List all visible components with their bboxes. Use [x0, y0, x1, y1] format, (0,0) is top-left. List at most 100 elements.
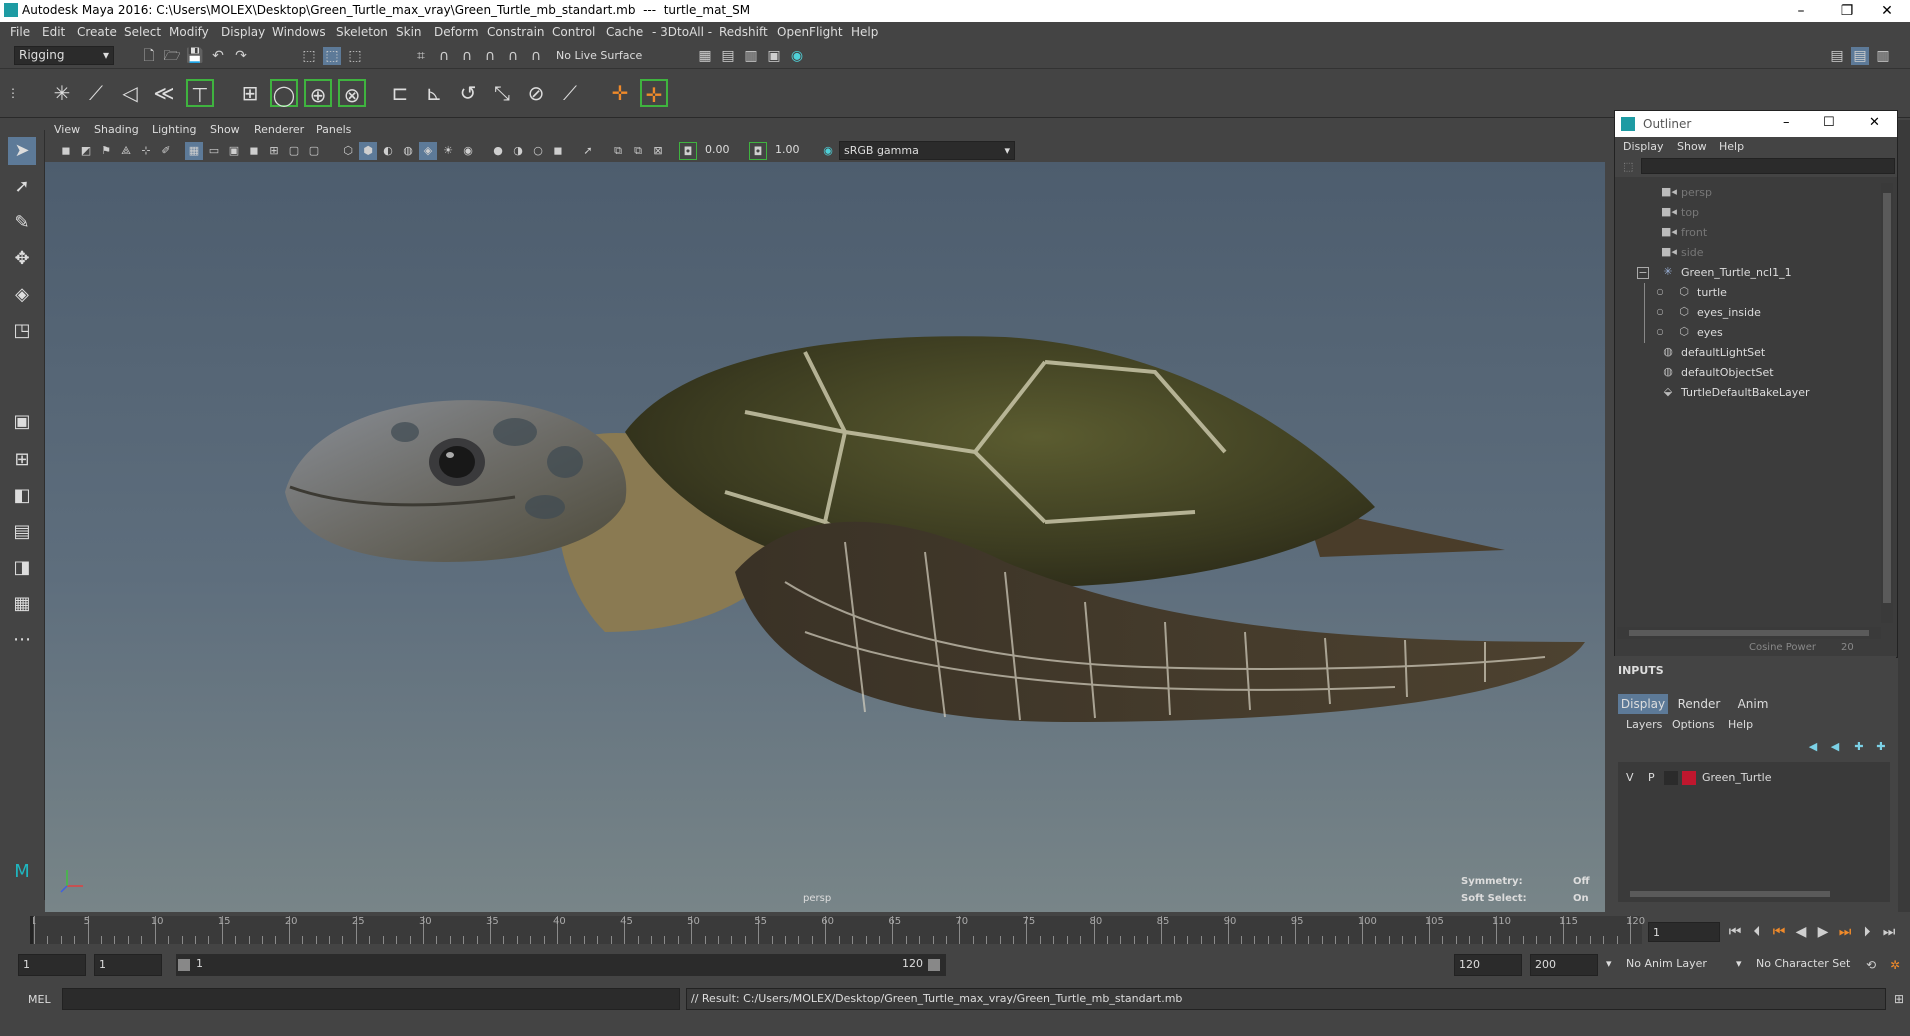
panel-menu-renderer[interactable]: Renderer — [254, 123, 304, 136]
exposure-icon[interactable]: ◘ — [679, 142, 697, 160]
more-layouts-icon[interactable]: ⋯ — [8, 626, 36, 654]
layer-menu-help[interactable]: Help — [1728, 718, 1753, 731]
camera-attributes-icon[interactable]: ◩ — [77, 142, 95, 160]
image-plane-icon[interactable]: ⟁ — [117, 142, 135, 160]
step-back-key-icon[interactable]: ⏮ — [1770, 923, 1788, 941]
safe-title-icon[interactable]: ▢ — [305, 142, 323, 160]
select-hierarchy-icon[interactable]: ⬚ — [300, 47, 318, 65]
layer-name[interactable]: Green_Turtle — [1702, 771, 1772, 784]
select-component-icon[interactable]: ⬚ — [346, 47, 364, 65]
outliner-row-top[interactable]: ■◂ top — [1615, 203, 1877, 223]
locator-icon[interactable]: ✛ — [606, 79, 634, 107]
menu-control[interactable]: Control — [552, 25, 595, 39]
new-scene-icon[interactable]: 🗋 — [140, 47, 158, 65]
aim-constraint-icon[interactable]: ⊘ — [522, 79, 550, 107]
new-layer-icon[interactable]: ✚ — [1850, 738, 1868, 756]
panel-menu-view[interactable]: View — [54, 123, 80, 136]
wireframe-icon[interactable]: ⬡ — [339, 142, 357, 160]
step-back-frame-icon[interactable]: ⏴ — [1748, 923, 1766, 941]
shadows-icon[interactable]: ☀ — [439, 142, 457, 160]
single-pane-layout-icon[interactable]: ▣ — [8, 408, 36, 436]
menu-skin[interactable]: Skin — [396, 25, 422, 39]
menu-skeleton[interactable]: Skeleton — [336, 25, 388, 39]
save-scene-icon[interactable]: 💾 — [186, 47, 204, 65]
perspective-viewport[interactable]: persp Symmetry: Off Soft Select: On — [45, 162, 1605, 912]
safe-action-icon[interactable]: ▢ — [285, 142, 303, 160]
gamma-field[interactable]: 1.00 — [771, 141, 817, 160]
film-gate-icon[interactable]: ▭ — [205, 142, 223, 160]
close-button[interactable]: ✕ — [1869, 115, 1880, 130]
textured-icon[interactable]: ◍ — [399, 142, 417, 160]
range-slider-bar[interactable]: 1 120 — [176, 954, 946, 976]
panel-menu-show[interactable]: Show — [210, 123, 240, 136]
depth-of-field-icon[interactable]: ○ — [529, 142, 547, 160]
live-surface-label[interactable]: No Live Surface — [556, 49, 642, 62]
resolution-gate-icon[interactable]: ▣ — [225, 142, 243, 160]
minimize-button[interactable]: – — [1783, 115, 1790, 130]
move-tool-icon[interactable]: ✥ — [8, 245, 36, 273]
play-forwards-icon[interactable]: ▶ — [1814, 923, 1832, 941]
motion-blur-icon[interactable]: ● — [489, 142, 507, 160]
render-frame-icon[interactable]: ▤ — [719, 47, 737, 65]
shelf-handle-icon[interactable]: ⋮ — [6, 79, 20, 107]
outliner-menu-show[interactable]: Show — [1677, 140, 1707, 153]
step-forward-frame-icon[interactable]: ⏵ — [1858, 923, 1876, 941]
lattice-icon[interactable]: ⊕ — [304, 79, 332, 107]
two-d-pan-icon[interactable]: ⊹ — [137, 142, 155, 160]
xray-joints-icon[interactable]: ⧉ — [609, 142, 627, 160]
auto-key-icon[interactable]: ⟲ — [1862, 956, 1880, 974]
parent-constraint-icon[interactable]: ⊏ — [386, 79, 414, 107]
filter-icon[interactable]: ⬚ — [1623, 160, 1633, 173]
view-transform-dropdown[interactable]: sRGB gamma ▾ — [839, 141, 1015, 160]
layer-type-toggle[interactable] — [1664, 771, 1678, 785]
hypershade-persp-layout-icon[interactable]: ▦ — [8, 590, 36, 618]
attribute-editor-toggle-icon[interactable]: ▤ — [1828, 47, 1846, 65]
play-backwards-icon[interactable]: ◀ — [1792, 923, 1810, 941]
move-layer-down-icon[interactable]: ◀ — [1826, 738, 1844, 756]
range-start-handle[interactable] — [178, 959, 190, 971]
ipr-render-icon[interactable]: ▥ — [742, 47, 760, 65]
outliner-vertical-scrollbar[interactable] — [1881, 183, 1893, 623]
anim-end-field[interactable]: 120 — [1454, 954, 1522, 976]
channel-box-toggle-icon[interactable]: ▤ — [1851, 47, 1869, 65]
current-frame-field[interactable]: 1 — [1648, 922, 1720, 942]
maya-home-logo-icon[interactable]: M — [8, 858, 36, 886]
outliner-search-field[interactable] — [1641, 158, 1895, 174]
panel-menu-panels[interactable]: Panels — [316, 123, 351, 136]
gamma-icon[interactable]: ◘ — [749, 142, 767, 160]
bind-skin-icon[interactable]: ⊞ — [236, 79, 264, 107]
insert-joint-icon[interactable]: ≪ — [150, 79, 178, 107]
move-layer-up-icon[interactable]: ◀ — [1804, 738, 1822, 756]
collapse-icon[interactable]: − — [1637, 267, 1649, 279]
outliner-row-eyes[interactable]: ○ ⬡ eyes — [1615, 323, 1877, 343]
time-slider-bar[interactable]: 1 5 10 15 20 25 30 35 40 45 50 55 60 65 70 75 80 85 90 95 10… — [30, 916, 1645, 944]
multisample-aa-icon[interactable]: ◑ — [509, 142, 527, 160]
redo-icon[interactable]: ↷ — [232, 47, 250, 65]
undo-icon[interactable]: ↶ — [209, 47, 227, 65]
gate-mask-icon[interactable]: ◼ — [245, 142, 263, 160]
outliner-menu-display[interactable]: Display — [1623, 140, 1664, 153]
outliner-menu-help[interactable]: Help — [1719, 140, 1744, 153]
layer-horizontal-scrollbar[interactable] — [1618, 888, 1890, 900]
side-tab-strip[interactable] — [1898, 120, 1910, 912]
menu-windows[interactable]: Windows — [272, 25, 326, 39]
hypershade-icon[interactable]: ◉ — [788, 47, 806, 65]
ik-handle-icon[interactable]: ⟋ — [82, 79, 110, 107]
anim-layer-dropdown[interactable]: ▾ No Anim Layer — [1606, 954, 1742, 976]
menu-constrain[interactable]: Constrain — [487, 25, 545, 39]
menu-edit[interactable]: Edit — [42, 25, 65, 39]
wireframe-on-shaded-icon[interactable]: ◐ — [379, 142, 397, 160]
scale-tool-icon[interactable]: ◳ — [8, 317, 36, 345]
paint-select-tool-icon[interactable]: ✎ — [8, 209, 36, 237]
menu-redshift[interactable]: Redshift — [719, 25, 768, 39]
anim-start-field[interactable]: 1 — [94, 954, 162, 976]
render-settings-icon[interactable]: ▣ — [765, 47, 783, 65]
start-time-field[interactable]: 1 — [18, 954, 86, 976]
outliner-row-default-object-set[interactable]: ◍ defaultObjectSet — [1615, 363, 1877, 383]
command-input[interactable] — [62, 988, 680, 1010]
snap-point-icon[interactable]: ∩ — [458, 47, 476, 65]
quick-rig-icon[interactable]: ⊤ — [186, 79, 214, 107]
outliner-row-persp[interactable]: ■◂ persp — [1615, 183, 1877, 203]
step-forward-key-icon[interactable]: ⏭ — [1836, 923, 1854, 941]
menu-modify[interactable]: Modify — [169, 25, 209, 39]
